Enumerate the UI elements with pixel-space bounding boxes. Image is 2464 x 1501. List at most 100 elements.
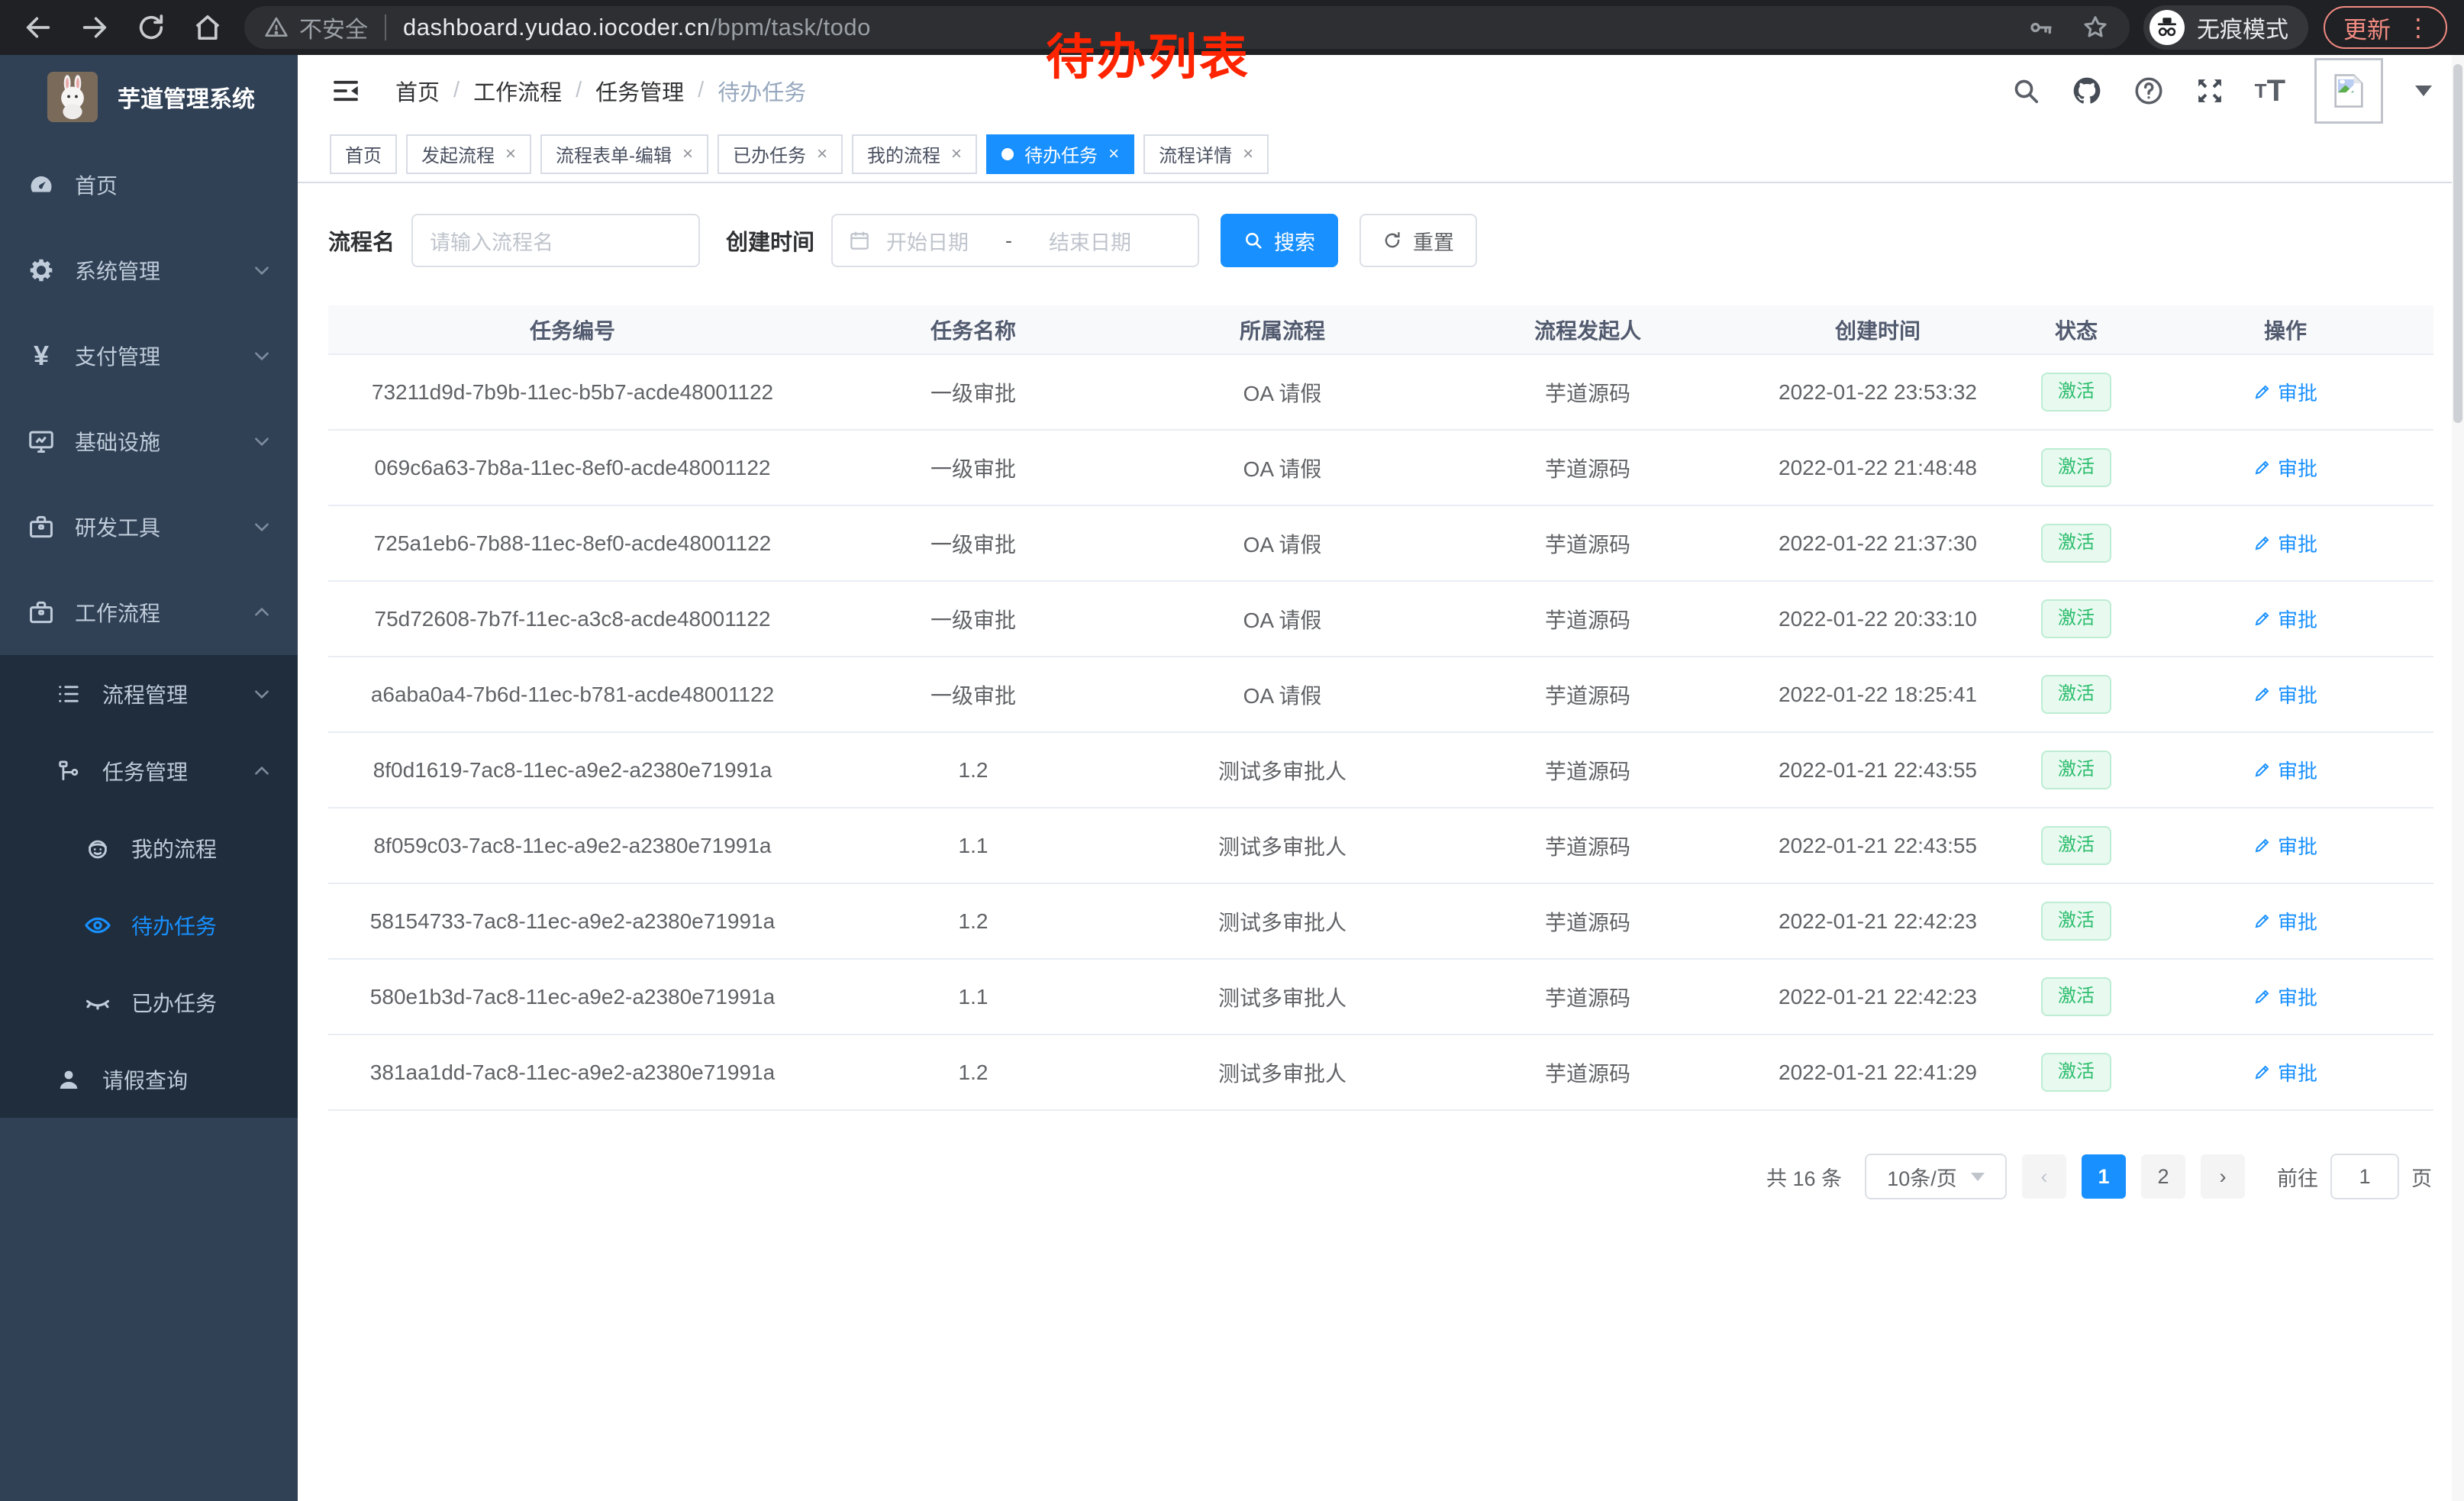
sidebar-item-devtools[interactable]: 研发工具 [0, 484, 298, 570]
process-name-input[interactable]: 请输入流程名 [411, 214, 700, 267]
approve-link[interactable]: 审批 [2253, 1058, 2317, 1086]
browser-forward-icon[interactable] [78, 11, 111, 44]
start-date-placeholder[interactable]: 开始日期 [886, 226, 969, 256]
close-icon[interactable]: × [817, 145, 827, 163]
approve-link[interactable]: 审批 [2253, 529, 2317, 557]
approve-link[interactable]: 审批 [2253, 680, 2317, 709]
status-badge: 激活 [2041, 448, 2111, 486]
page-content: 流程名 请输入流程名 创建时间 开始日期 - 结束日期 搜索 重置 [298, 183, 2464, 1199]
table-row: 8f059c03-7ac8-11ec-a9e2-a2380e71991a 1.1… [328, 808, 2433, 883]
tab-todo-tasks[interactable]: 待办任务× [986, 134, 1134, 174]
tab-process-detail[interactable]: 流程详情× [1143, 134, 1269, 174]
breadcrumb-workflow[interactable]: 工作流程 [473, 75, 562, 107]
approve-link[interactable]: 审批 [2253, 605, 2317, 633]
incognito-icon [2150, 10, 2185, 45]
search-button[interactable]: 搜索 [1221, 214, 1338, 267]
edit-icon [2253, 685, 2272, 703]
url-text[interactable]: dashboard.yudao.iocoder.cn/bpm/task/todo [403, 14, 871, 41]
sidebar-item-process-mgmt[interactable]: 流程管理 [0, 655, 298, 732]
col-starter: 流程发起人 [1435, 305, 1740, 354]
approve-link[interactable]: 审批 [2253, 907, 2317, 935]
yen-icon: ¥ [26, 342, 56, 370]
process-name-label: 流程名 [328, 224, 395, 257]
tabs-bar: 首页 发起流程× 流程表单-编辑× 已办任务× 我的流程× 待办任务× 流程详情… [298, 126, 2464, 183]
close-icon[interactable]: × [682, 145, 693, 163]
approve-link[interactable]: 审批 [2253, 983, 2317, 1011]
tab-start-process[interactable]: 发起流程× [406, 134, 531, 174]
close-icon[interactable]: × [1243, 145, 1253, 163]
tab-home[interactable]: 首页 [330, 134, 397, 174]
sidebar-item-todo-tasks[interactable]: 待办任务 [0, 886, 298, 964]
close-icon[interactable]: × [505, 145, 516, 163]
sidebar-item-leave-query[interactable]: 请假查询 [0, 1041, 298, 1118]
page-size-select[interactable]: 10条/页 [1865, 1154, 2007, 1199]
col-actions: 操作 [2137, 305, 2433, 354]
app-logo [47, 72, 98, 122]
font-size-icon[interactable]: TT [2255, 76, 2285, 106]
page-button-1[interactable]: 1 [2082, 1154, 2126, 1199]
status-badge: 激活 [2041, 902, 2111, 940]
reset-button[interactable]: 重置 [1359, 214, 1477, 267]
date-range-input[interactable]: 开始日期 - 结束日期 [831, 214, 1199, 267]
incognito-label: 无痕模式 [2197, 11, 2288, 44]
sidebar-item-workflow[interactable]: 工作流程 [0, 570, 298, 655]
warning-icon [264, 15, 289, 40]
search-icon[interactable] [2011, 76, 2041, 106]
list-icon [53, 681, 84, 707]
close-icon[interactable]: × [1108, 145, 1119, 163]
help-icon[interactable] [2133, 75, 2165, 107]
chevron-down-icon [252, 684, 272, 704]
github-icon[interactable] [2070, 74, 2104, 108]
bookmark-star-icon[interactable] [2081, 13, 2110, 42]
key-icon[interactable] [2027, 14, 2055, 41]
page-scrollbar[interactable] [2452, 55, 2464, 1501]
app-logo-row[interactable]: 芋道管理系统 [0, 55, 298, 139]
fullscreen-icon[interactable] [2194, 75, 2226, 107]
avatar[interactable] [2314, 58, 2383, 124]
approve-link[interactable]: 审批 [2253, 831, 2317, 860]
tab-form-edit[interactable]: 流程表单-编辑× [540, 134, 708, 174]
breadcrumb-home[interactable]: 首页 [395, 75, 440, 107]
approve-link[interactable]: 审批 [2253, 756, 2317, 784]
tab-done-tasks[interactable]: 已办任务× [718, 134, 843, 174]
chevron-down-icon [252, 346, 272, 366]
prev-page-button[interactable]: ‹ [2022, 1154, 2066, 1199]
browser-update-button[interactable]: 更新 ⋮ [2324, 6, 2447, 49]
sidebar-item-done-tasks[interactable]: 已办任务 [0, 964, 298, 1041]
next-page-button[interactable]: › [2201, 1154, 2245, 1199]
status-badge: 激活 [2041, 675, 2111, 713]
avatar-caret-icon[interactable] [2415, 86, 2432, 96]
sidebar-collapse-icon[interactable] [330, 75, 362, 107]
breadcrumb-task-mgmt[interactable]: 任务管理 [595, 75, 684, 107]
update-label[interactable]: 更新 [2343, 11, 2391, 45]
browser-menu-icon[interactable]: ⋮ [2406, 15, 2430, 40]
status-badge: 激活 [2041, 826, 2111, 864]
sidebar-item-payment[interactable]: ¥ 支付管理 [0, 313, 298, 399]
close-icon[interactable]: × [951, 145, 962, 163]
tree-icon [53, 758, 84, 784]
approve-link[interactable]: 审批 [2253, 454, 2317, 482]
security-label[interactable]: 不安全 [299, 11, 368, 44]
table-row: 580e1b3d-7ac8-11ec-a9e2-a2380e71991a 1.1… [328, 959, 2433, 1035]
browser-home-icon[interactable] [191, 11, 224, 44]
browser-back-icon[interactable] [21, 11, 55, 44]
sidebar-item-my-process[interactable]: 我的流程 [0, 809, 298, 886]
table-row: a6aba0a4-7b6d-11ec-b781-acde48001122 一级审… [328, 657, 2433, 732]
end-date-placeholder[interactable]: 结束日期 [1049, 226, 1131, 256]
status-badge: 激活 [2041, 524, 2111, 562]
approve-link[interactable]: 审批 [2253, 378, 2317, 406]
sidebar-item-home[interactable]: 首页 [0, 142, 298, 228]
goto-page-input[interactable]: 1 [2330, 1154, 2399, 1199]
goto-suffix: 页 [2411, 1162, 2432, 1192]
todo-list-annotation: 待办列表 [1046, 18, 1250, 89]
scrollbar-thumb[interactable] [2453, 64, 2462, 423]
sidebar-item-task-mgmt[interactable]: 任务管理 [0, 732, 298, 809]
eye-closed-icon [82, 988, 113, 1017]
sidebar-item-infra[interactable]: 基础设施 [0, 399, 298, 484]
chevron-up-icon [252, 761, 272, 781]
browser-reload-icon[interactable] [134, 11, 168, 44]
tab-my-process[interactable]: 我的流程× [852, 134, 977, 174]
sidebar-item-system[interactable]: 系统管理 [0, 228, 298, 313]
page-button-2[interactable]: 2 [2141, 1154, 2185, 1199]
table-row: 75d72608-7b7f-11ec-a3c8-acde48001122 一级审… [328, 581, 2433, 657]
